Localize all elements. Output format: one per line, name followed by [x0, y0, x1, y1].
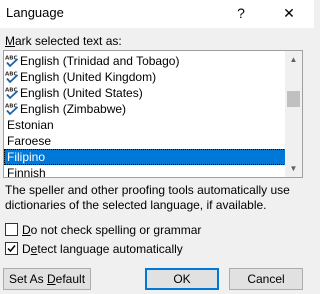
label-accelerator: M	[5, 34, 15, 48]
title-bar: Language ? ✕	[0, 0, 314, 28]
language-listbox[interactable]: ABC English (Trinidad and Tobago) ABC Engli…	[3, 50, 303, 178]
description-text: The speller and other proofing tools aut…	[5, 183, 290, 212]
default-accelerator: D	[47, 272, 56, 286]
language-item-label: Finnish	[7, 166, 46, 178]
language-item-label: Estonian	[7, 118, 54, 132]
spell-check-icon: ABC	[5, 70, 19, 84]
language-item[interactable]: Filipino	[4, 149, 286, 165]
scroll-down-arrow-icon[interactable]: ▼	[285, 160, 302, 177]
language-item[interactable]: Estonian	[4, 117, 286, 133]
help-button[interactable]: ?	[228, 0, 254, 28]
language-item[interactable]: Finnish	[4, 165, 286, 178]
language-item-label: English (Zimbabwe)	[20, 102, 127, 116]
language-item-label: Filipino	[7, 150, 46, 164]
ok-button[interactable]: OK	[145, 268, 219, 290]
do-not-check-text: o not check spelling or grammar	[30, 223, 202, 237]
default-prefix: Set As	[8, 272, 47, 286]
set-as-default-button[interactable]: Set As Default	[3, 268, 91, 290]
close-button[interactable]: ✕	[274, 0, 304, 28]
detect-language-checkbox[interactable]	[5, 242, 18, 255]
language-item[interactable]: Faroese	[4, 133, 286, 149]
spell-check-icon: ABC	[5, 54, 19, 68]
detect-language-label: Detect language automatically	[22, 241, 183, 257]
language-item-label: Faroese	[7, 134, 52, 148]
language-item[interactable]: ABC English (Zimbabwe)	[4, 101, 286, 117]
do-not-check-accelerator: D	[22, 223, 31, 237]
default-text: efault	[55, 272, 86, 286]
cancel-button[interactable]: Cancel	[229, 268, 303, 290]
spell-check-icon: ABC	[5, 102, 19, 116]
detect-text: tect language automatically	[37, 242, 183, 256]
language-item[interactable]: ABC English (Trinidad and Tobago)	[4, 53, 286, 69]
scroll-thumb[interactable]	[287, 91, 300, 107]
detect-prefix: D	[22, 242, 31, 256]
spell-check-icon: ABC	[5, 86, 19, 100]
language-item[interactable]: ABC English (United Kingdom)	[4, 69, 286, 85]
language-item-label: English (United States)	[20, 86, 143, 100]
vertical-scrollbar[interactable]: ▲ ▼	[285, 51, 302, 177]
window-title: Language	[6, 5, 64, 20]
language-item-label: English (United Kingdom)	[20, 70, 157, 84]
language-item[interactable]: ABC English (United States)	[4, 85, 286, 101]
do-not-check-checkbox[interactable]	[5, 223, 18, 236]
do-not-check-label: Do not check spelling or grammar	[22, 222, 201, 238]
language-item-label: English (Trinidad and Tobago)	[20, 54, 180, 68]
scroll-up-arrow-icon[interactable]: ▲	[285, 51, 302, 68]
language-list-label: Mark selected text as:	[5, 34, 122, 48]
label-text: ark selected text as:	[15, 34, 122, 48]
